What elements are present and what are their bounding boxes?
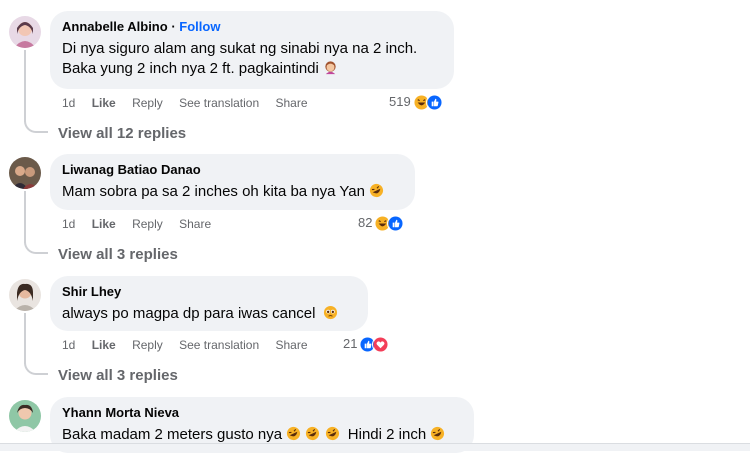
like-icon (425, 93, 443, 111)
reply-thread-line (24, 50, 26, 122)
rofl-emoji-icon (431, 426, 445, 441)
reply-button[interactable]: Reply (132, 96, 163, 110)
share-button[interactable]: Share (276, 338, 308, 352)
avatar[interactable] (9, 16, 41, 48)
timestamp[interactable]: 1d (62, 217, 75, 231)
timestamp[interactable]: 1d (62, 96, 75, 110)
view-replies-link[interactable]: View all 12 replies (58, 124, 186, 144)
reaction-count: 82 (358, 215, 373, 230)
comment-author[interactable]: Yhann Morta Nieva (62, 405, 462, 421)
separator-dot: · (171, 19, 176, 34)
comment-author[interactable]: Annabelle Albino (62, 19, 168, 34)
avatar[interactable] (9, 279, 41, 311)
like-icon (387, 214, 405, 232)
reaction-summary[interactable]: 21 (343, 335, 390, 353)
comment-text-line: always po magpa dp para iwas cancel (62, 305, 316, 322)
comment-author[interactable]: Liwanag Batiao Danao (62, 162, 403, 178)
rofl-emoji-icon (287, 426, 301, 441)
comment-text-line: Hindi 2 inch (347, 426, 427, 443)
follow-button[interactable]: Follow (179, 19, 220, 34)
see-translation-button[interactable]: See translation (179, 96, 259, 110)
comment-actions: 1d Like Reply Share (62, 216, 224, 232)
like-button[interactable]: Like (92, 217, 116, 231)
avatar[interactable] (9, 400, 41, 432)
reply-thread-line (24, 191, 26, 243)
comment-text-line: Di nya siguro alam ang sukat ng sinabi n… (62, 40, 418, 57)
like-button[interactable]: Like (92, 96, 116, 110)
rofl-emoji-icon (306, 426, 320, 441)
reply-thread-curve (24, 242, 48, 254)
share-button[interactable]: Share (276, 96, 308, 110)
view-replies-link[interactable]: View all 3 replies (58, 366, 178, 386)
comment-text-line: Baka yung 2 inch nya 2 ft. pagkaintindi (62, 60, 319, 77)
reply-button[interactable]: Reply (132, 338, 163, 352)
comment-bubble: Annabelle Albino · Follow Di nya siguro … (50, 11, 454, 89)
reply-thread-curve (24, 363, 48, 375)
reply-thread-line (24, 313, 26, 364)
reaction-summary[interactable]: 519 (389, 93, 443, 111)
avatar[interactable] (9, 157, 41, 189)
share-button[interactable]: Share (179, 217, 211, 231)
love-icon (372, 335, 390, 353)
rofl-emoji-icon (325, 426, 339, 441)
comment-bubble: Liwanag Batiao Danao Mam sobra pa sa 2 i… (50, 154, 415, 210)
pleading-face-emoji-icon (323, 305, 337, 320)
comment-text-line: Mam sobra pa sa 2 inches oh kita ba nya … (62, 183, 365, 200)
reaction-count: 21 (343, 336, 358, 351)
view-replies-link[interactable]: View all 3 replies (58, 245, 178, 265)
comment-text-line: Baka madam 2 meters gusto nya (62, 426, 283, 443)
reaction-summary[interactable]: 82 (358, 214, 405, 232)
comment-bubble: Shir Lhey always po magpa dp para iwas c… (50, 276, 368, 331)
reply-button[interactable]: Reply (132, 217, 163, 231)
see-translation-button[interactable]: See translation (179, 338, 259, 352)
reply-thread-curve (24, 121, 48, 133)
reaction-count: 519 (389, 94, 411, 109)
rofl-emoji-icon (370, 183, 384, 198)
comment-actions: 1d Like Reply See translation Share (62, 95, 321, 111)
like-button[interactable]: Like (92, 338, 116, 352)
timestamp[interactable]: 1d (62, 338, 75, 352)
bottom-divider (0, 443, 750, 451)
comment-actions: 1d Like Reply See translation Share (62, 337, 321, 353)
facepalm-emoji-icon (325, 61, 336, 75)
comment-author[interactable]: Shir Lhey (62, 284, 356, 300)
